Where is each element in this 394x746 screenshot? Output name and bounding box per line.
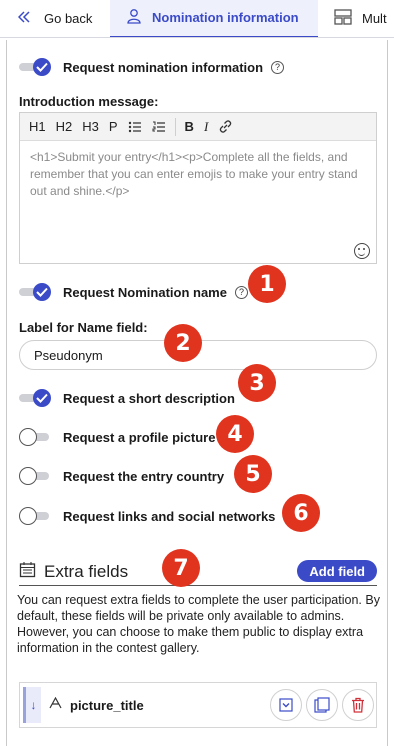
extra-fields-description: You can request extra fields to complete… [17, 593, 380, 655]
add-field-button[interactable]: Add field [297, 560, 377, 582]
tab-nomination-information[interactable]: Nomination information [110, 0, 318, 37]
extra-fields-title: Extra fields [44, 561, 129, 581]
bold-icon[interactable]: B [180, 119, 199, 134]
heading3-button[interactable]: H3 [77, 119, 104, 134]
editor-text: <h1>Submit your entry</h1><p>Complete al… [30, 150, 358, 198]
user-icon [126, 8, 142, 27]
callout-badge-4: 4 [216, 415, 254, 453]
request-profile-picture-row: Request a profile picture [19, 428, 215, 446]
help-icon[interactable]: ? [271, 60, 285, 74]
trash-icon[interactable] [342, 689, 374, 721]
settings-panel: Request nomination information ? Introdu… [6, 40, 388, 746]
drag-handle-arrow-down-icon[interactable]: ↓ [23, 687, 41, 723]
intro-message-editor: H1 H2 H3 P B I <h1>Submit your entry</h1… [19, 112, 377, 264]
extra-field-name: picture_title [70, 697, 144, 713]
double-chevron-left-icon [17, 11, 30, 26]
editor-toolbar: H1 H2 H3 P B I [20, 113, 376, 141]
request-short-description-toggle[interactable] [19, 389, 53, 407]
toggle-label: Request nomination information [63, 59, 264, 75]
heading2-button[interactable]: H2 [51, 119, 78, 134]
request-profile-picture-toggle[interactable] [19, 428, 53, 446]
callout-badge-6: 6 [282, 494, 320, 532]
callout-badge-5: 5 [234, 455, 272, 493]
tab-multi[interactable]: Mult [318, 0, 387, 37]
request-links-toggle[interactable] [19, 507, 53, 525]
emoji-icon[interactable] [354, 243, 370, 259]
link-icon[interactable] [213, 119, 238, 134]
calendar-icon [19, 561, 36, 583]
toggle-label: Request the entry country [63, 468, 225, 484]
duplicate-icon[interactable] [306, 689, 338, 721]
request-short-description-row: Request a short description [19, 389, 235, 407]
name-field-label: Label for Name field: [19, 320, 148, 335]
request-entry-country-row: Request the entry country [19, 467, 224, 485]
tab-label: Mult [362, 11, 387, 26]
editor-content[interactable]: <h1>Submit your entry</h1><p>Complete al… [20, 141, 376, 263]
paragraph-button[interactable]: P [104, 119, 123, 134]
toggle-label: Request a short description [63, 390, 235, 406]
go-back-tab[interactable]: Go back [0, 0, 110, 37]
request-name-toggle[interactable] [19, 283, 53, 301]
dropdown-icon[interactable] [270, 689, 302, 721]
tab-bar: Go back Nomination information Mult [0, 0, 394, 38]
help-icon[interactable]: ? [234, 285, 248, 299]
toggle-label: Request links and social networks [63, 508, 276, 524]
tab-label: Nomination information [152, 10, 299, 25]
request-entry-country-toggle[interactable] [19, 467, 53, 485]
text-type-icon [49, 696, 62, 714]
callout-badge-2: 2 [164, 324, 202, 362]
toolbar-divider [174, 117, 176, 136]
heading1-button[interactable]: H1 [24, 119, 51, 134]
callout-badge-1: 1 [248, 265, 286, 303]
numbered-list-icon[interactable] [147, 121, 171, 133]
italic-icon[interactable]: I [199, 119, 213, 135]
request-links-row: Request links and social networks [19, 507, 275, 525]
toggle-label: Request a profile picture [63, 429, 216, 445]
intro-message-label: Introduction message: [19, 94, 159, 109]
request-nomination-info-row: Request nomination information ? [19, 58, 285, 76]
layout-icon [334, 9, 352, 28]
callout-badge-7: 7 [162, 549, 200, 587]
request-name-row: Request Nomination name ? [19, 283, 248, 301]
bullet-list-icon[interactable] [123, 121, 147, 133]
toggle-label: Request Nomination name [63, 284, 227, 300]
request-nomination-info-toggle[interactable] [19, 58, 53, 76]
callout-badge-3: 3 [238, 364, 276, 402]
go-back-label: Go back [44, 11, 93, 26]
extra-field-row: ↓ picture_title [19, 682, 377, 728]
